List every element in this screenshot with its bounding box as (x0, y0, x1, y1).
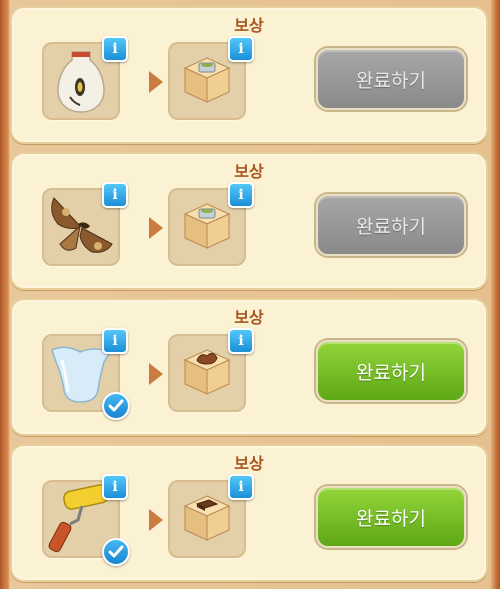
quest-panel-4: 보상 i i 완료하기 (10, 444, 488, 582)
item-info-button[interactable]: i (102, 474, 128, 500)
arrow-right-icon (149, 217, 163, 239)
item-info-button[interactable]: i (102, 182, 128, 208)
reward-box-food-icon (183, 57, 231, 103)
required-item-slot[interactable]: i (42, 474, 130, 566)
arrow-right-icon (149, 71, 163, 93)
quest-panel-2: 보상 i i 완료하기 (10, 152, 488, 290)
reward-title: 보상 (234, 16, 264, 35)
complete-button[interactable]: 완료하기 (316, 194, 466, 256)
required-item-slot[interactable]: i (42, 328, 130, 420)
required-item-slot[interactable]: i (42, 36, 128, 120)
checkmark-icon (102, 392, 130, 420)
reward-slot[interactable]: i (168, 474, 254, 558)
quest-panel-3: 보상 i i 완료하기 (10, 298, 488, 436)
item-info-button[interactable]: i (102, 36, 128, 62)
reward-info-button[interactable]: i (228, 474, 254, 500)
reward-info-button[interactable]: i (228, 328, 254, 354)
reward-info-button[interactable]: i (228, 36, 254, 62)
reward-box-food-icon (183, 203, 231, 249)
required-item-slot[interactable]: i (42, 182, 128, 266)
reward-title: 보상 (234, 162, 264, 181)
reward-title: 보상 (234, 308, 264, 327)
reward-slot[interactable]: i (168, 328, 254, 412)
reward-title: 보상 (234, 454, 264, 473)
complete-button[interactable]: 완료하기 (316, 48, 466, 110)
reward-slot[interactable]: i (168, 182, 254, 266)
reward-info-button[interactable]: i (228, 182, 254, 208)
item-info-button[interactable]: i (102, 328, 128, 354)
complete-button[interactable]: 완료하기 (316, 340, 466, 402)
arrow-right-icon (149, 363, 163, 385)
checkmark-icon (102, 538, 130, 566)
arrow-right-icon (149, 509, 163, 531)
complete-button[interactable]: 완료하기 (316, 486, 466, 548)
quest-panel-1: 보상 i i 완료하기 (10, 6, 488, 144)
reward-slot[interactable]: i (168, 36, 254, 120)
reward-box-chocolate-icon (183, 495, 231, 541)
reward-box-bread-icon (183, 349, 231, 395)
